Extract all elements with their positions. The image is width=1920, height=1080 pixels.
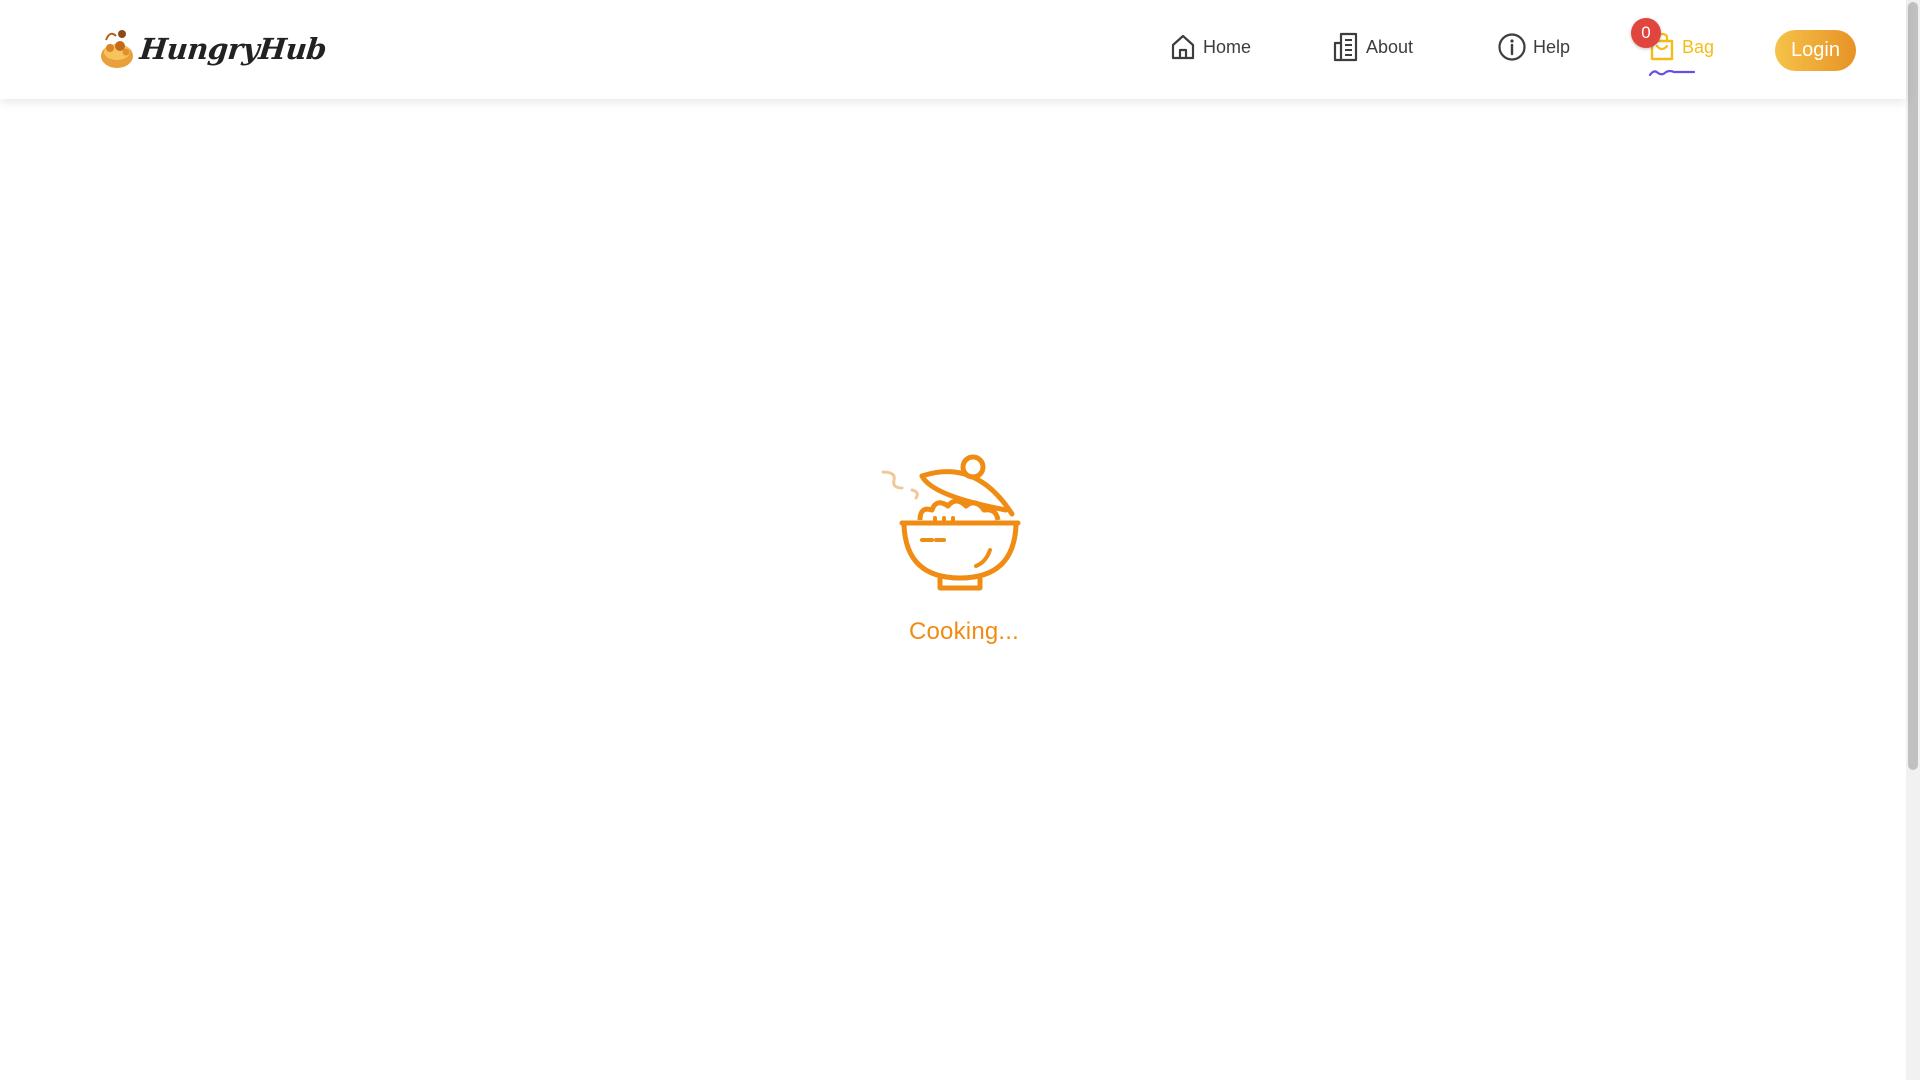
home-icon — [1171, 34, 1195, 60]
nav-bag-label: Bag — [1682, 36, 1715, 57]
loading-text: Cooking... — [908, 618, 1020, 645]
nav-home[interactable]: Home — [1169, 29, 1251, 65]
page-scrollbar[interactable] — [1906, 0, 1920, 1080]
food-bowl-logo-icon — [101, 30, 133, 68]
brand-name: HungryHub — [138, 32, 329, 66]
nav-help[interactable]: Help — [1497, 29, 1570, 65]
building-icon — [1333, 32, 1358, 62]
nav-help-label: Help — [1533, 36, 1571, 57]
nav-about[interactable]: About — [1332, 29, 1413, 65]
brand-logo[interactable]: HungryHub — [98, 22, 329, 76]
login-button[interactable]: Login — [1775, 30, 1856, 71]
nav-about-label: About — [1366, 36, 1414, 57]
active-nav-underline — [1648, 69, 1696, 77]
cooking-pot-icon — [881, 454, 1021, 591]
info-icon — [1498, 33, 1526, 61]
scrollbar-thumb[interactable] — [1908, 2, 1918, 770]
nav-home-label: Home — [1203, 36, 1252, 57]
site-header: HungryHub Home About Help Bag 0 Login — [0, 0, 1906, 99]
bag-count-badge: 0 — [1631, 18, 1661, 48]
